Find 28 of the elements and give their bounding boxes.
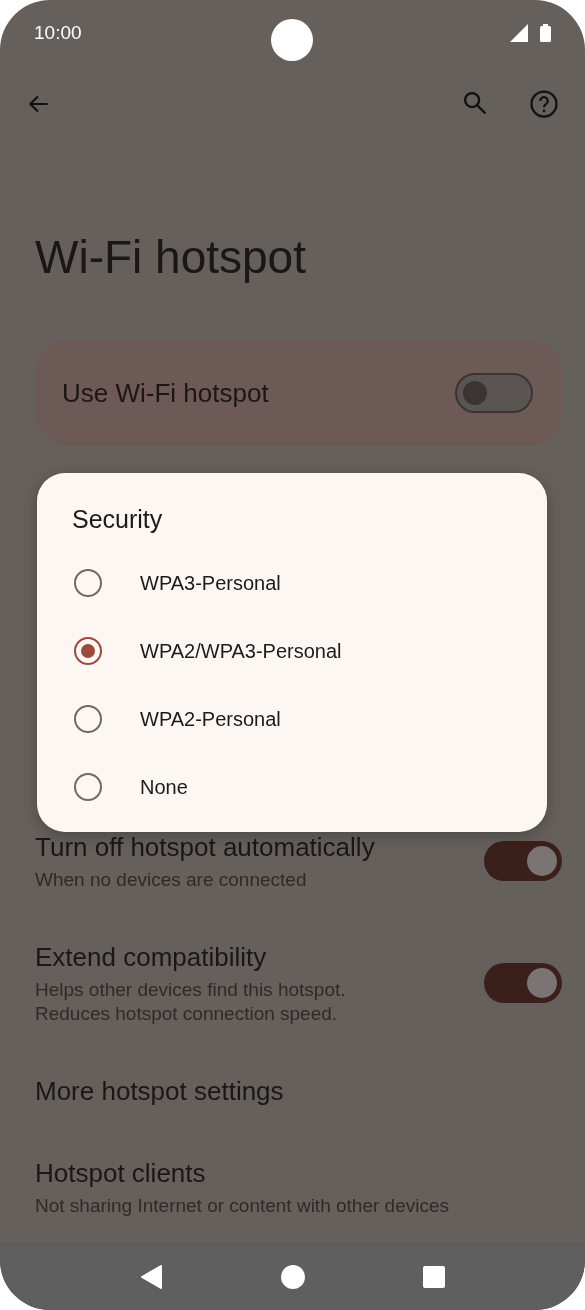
radio-button[interactable] <box>74 637 102 665</box>
back-triangle-icon[interactable] <box>140 1264 162 1289</box>
setting-title: Extend compatibility <box>35 941 268 974</box>
help-icon <box>529 89 559 119</box>
radio-button[interactable] <box>74 705 102 733</box>
recents-icon[interactable] <box>423 1265 445 1288</box>
security-option[interactable]: WPA3-Personal <box>37 549 547 617</box>
toggle-switch[interactable] <box>484 963 562 1003</box>
toggle-switch[interactable] <box>484 841 562 881</box>
setting-title: Turn off hotspot automatically <box>35 831 375 864</box>
signal-icon <box>510 23 528 42</box>
search-icon <box>461 89 489 117</box>
security-option[interactable]: WPA2-Personal <box>37 685 547 753</box>
radio-button[interactable] <box>74 773 102 801</box>
clock: 10:00 <box>34 21 82 44</box>
security-option[interactable]: WPA2/WPA3-Personal <box>37 617 547 685</box>
home-icon[interactable] <box>280 1264 305 1289</box>
security-option[interactable]: None <box>37 753 547 821</box>
setting-title: More hotspot settings <box>35 1075 284 1108</box>
radio-button[interactable] <box>74 569 102 597</box>
toggle-label: Use Wi-Fi hotspot <box>62 377 269 409</box>
setting-title: Hotspot clients <box>35 1157 207 1190</box>
dialog-title: Security <box>72 504 164 535</box>
battery-icon <box>540 23 551 42</box>
help-button[interactable] <box>529 89 559 119</box>
toggle-switch[interactable] <box>455 373 533 413</box>
page-title: Wi-Fi hotspot <box>35 230 307 285</box>
camera-cutout <box>271 19 313 61</box>
